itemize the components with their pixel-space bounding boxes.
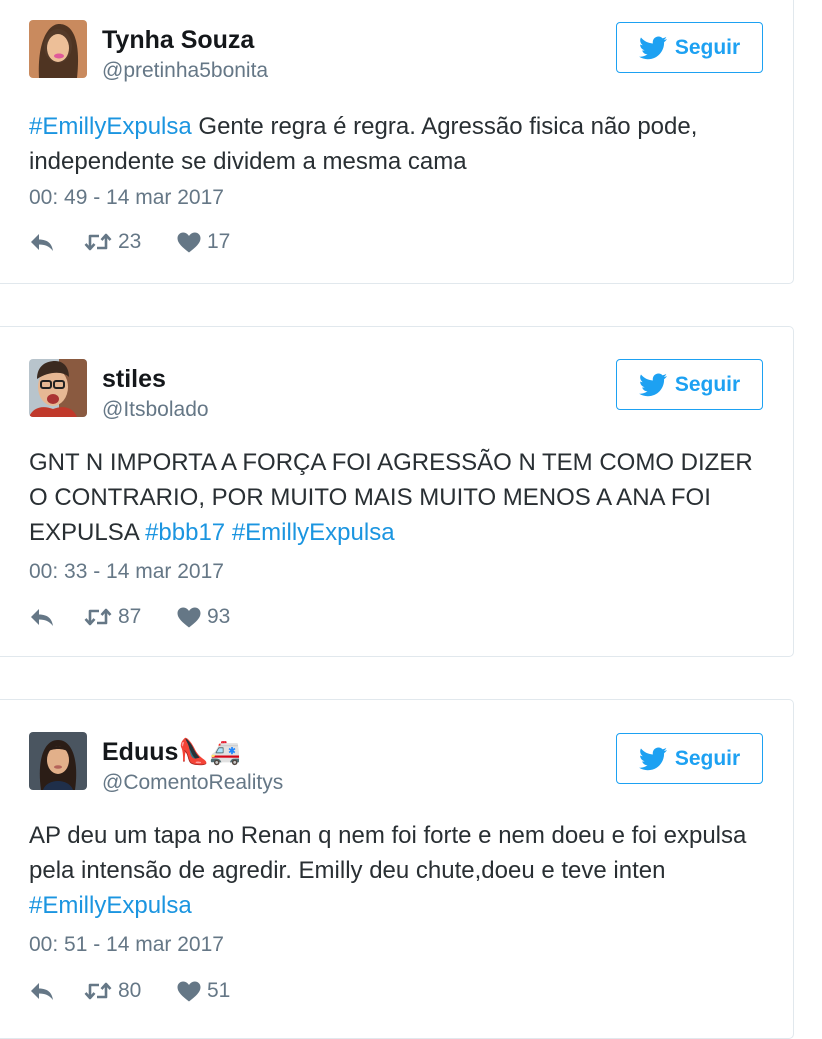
hashtag-link[interactable]: #EmillyExpulsa xyxy=(232,519,395,546)
tweet-card: stiles @Itsbolado Seguir GNT N IMPORTA A… xyxy=(0,326,794,657)
tweet-text-segment xyxy=(225,519,232,546)
like-button[interactable]: 93 xyxy=(177,605,230,629)
follow-button-label: Seguir xyxy=(674,35,741,59)
heart-icon xyxy=(177,232,201,252)
reply-icon xyxy=(31,983,53,1000)
reply-icon xyxy=(31,609,53,626)
user-name[interactable]: stiles xyxy=(102,365,166,394)
avatar[interactable] xyxy=(29,732,87,790)
tweet-text: #EmillyExpulsa Gente regra é regra. Agre… xyxy=(29,109,769,179)
like-count: 17 xyxy=(207,230,231,253)
follow-button[interactable]: Seguir xyxy=(616,359,763,410)
heart-icon xyxy=(177,607,201,627)
like-button[interactable]: 51 xyxy=(177,979,230,1003)
twitter-bird-icon xyxy=(638,746,667,770)
reply-icon xyxy=(31,234,53,251)
hashtag-link[interactable]: #bbb17 xyxy=(145,519,225,546)
retweet-button[interactable]: 87 xyxy=(84,605,177,629)
hashtag-link[interactable]: #EmillyExpulsa xyxy=(29,113,192,140)
heart-icon xyxy=(177,981,201,1001)
avatar[interactable] xyxy=(29,359,87,417)
reply-button[interactable] xyxy=(29,607,84,627)
tweet-timestamp[interactable]: 00: 51 - 14 mar 2017 xyxy=(29,933,224,957)
like-count: 51 xyxy=(207,979,231,1002)
retweet-button[interactable]: 80 xyxy=(84,979,177,1003)
follow-button[interactable]: Seguir xyxy=(616,22,763,73)
tweet-actions: 80 51 xyxy=(29,976,230,1006)
retweet-icon xyxy=(84,608,112,626)
follow-button[interactable]: Seguir xyxy=(616,733,763,784)
tweet-text: GNT N IMPORTA A FORÇA FOI AGRESSÃO N TEM… xyxy=(29,445,769,550)
tweet-timestamp[interactable]: 00: 49 - 14 mar 2017 xyxy=(29,186,224,210)
tweet-actions: 87 93 xyxy=(29,602,230,632)
twitter-bird-icon xyxy=(638,35,667,59)
like-button[interactable]: 17 xyxy=(177,230,230,254)
follow-button-label: Seguir xyxy=(674,372,741,396)
hashtag-link[interactable]: #EmillyExpulsa xyxy=(29,892,192,919)
tweet-text-segment: AP deu um tapa no Renan q nem foi forte … xyxy=(29,822,747,884)
user-name[interactable]: Tynha Souza xyxy=(102,26,254,55)
tweet-card: Eduus👠🚑 @ComentoRealitys Seguir AP deu u… xyxy=(0,699,794,1039)
retweet-count: 87 xyxy=(118,605,142,628)
avatar[interactable] xyxy=(29,20,87,78)
like-count: 93 xyxy=(207,605,231,628)
retweet-icon xyxy=(84,233,112,251)
reply-button[interactable] xyxy=(29,232,84,252)
retweet-count: 23 xyxy=(118,230,142,253)
retweet-count: 80 xyxy=(118,979,142,1002)
follow-button-label: Seguir xyxy=(674,746,741,770)
tweet-card: Tynha Souza @pretinha5bonita Seguir #Emi… xyxy=(0,0,794,284)
user-name[interactable]: Eduus👠🚑 xyxy=(102,738,241,767)
user-handle[interactable]: @Itsbolado xyxy=(102,398,209,422)
tweet-timestamp[interactable]: 00: 33 - 14 mar 2017 xyxy=(29,560,224,584)
reply-button[interactable] xyxy=(29,981,84,1001)
user-handle[interactable]: @pretinha5bonita xyxy=(102,59,268,83)
tweet-actions: 23 17 xyxy=(29,227,230,257)
retweet-icon xyxy=(84,982,112,1000)
user-handle[interactable]: @ComentoRealitys xyxy=(102,771,283,795)
tweet-text: AP deu um tapa no Renan q nem foi forte … xyxy=(29,818,769,923)
twitter-bird-icon xyxy=(638,372,667,396)
retweet-button[interactable]: 23 xyxy=(84,230,177,254)
